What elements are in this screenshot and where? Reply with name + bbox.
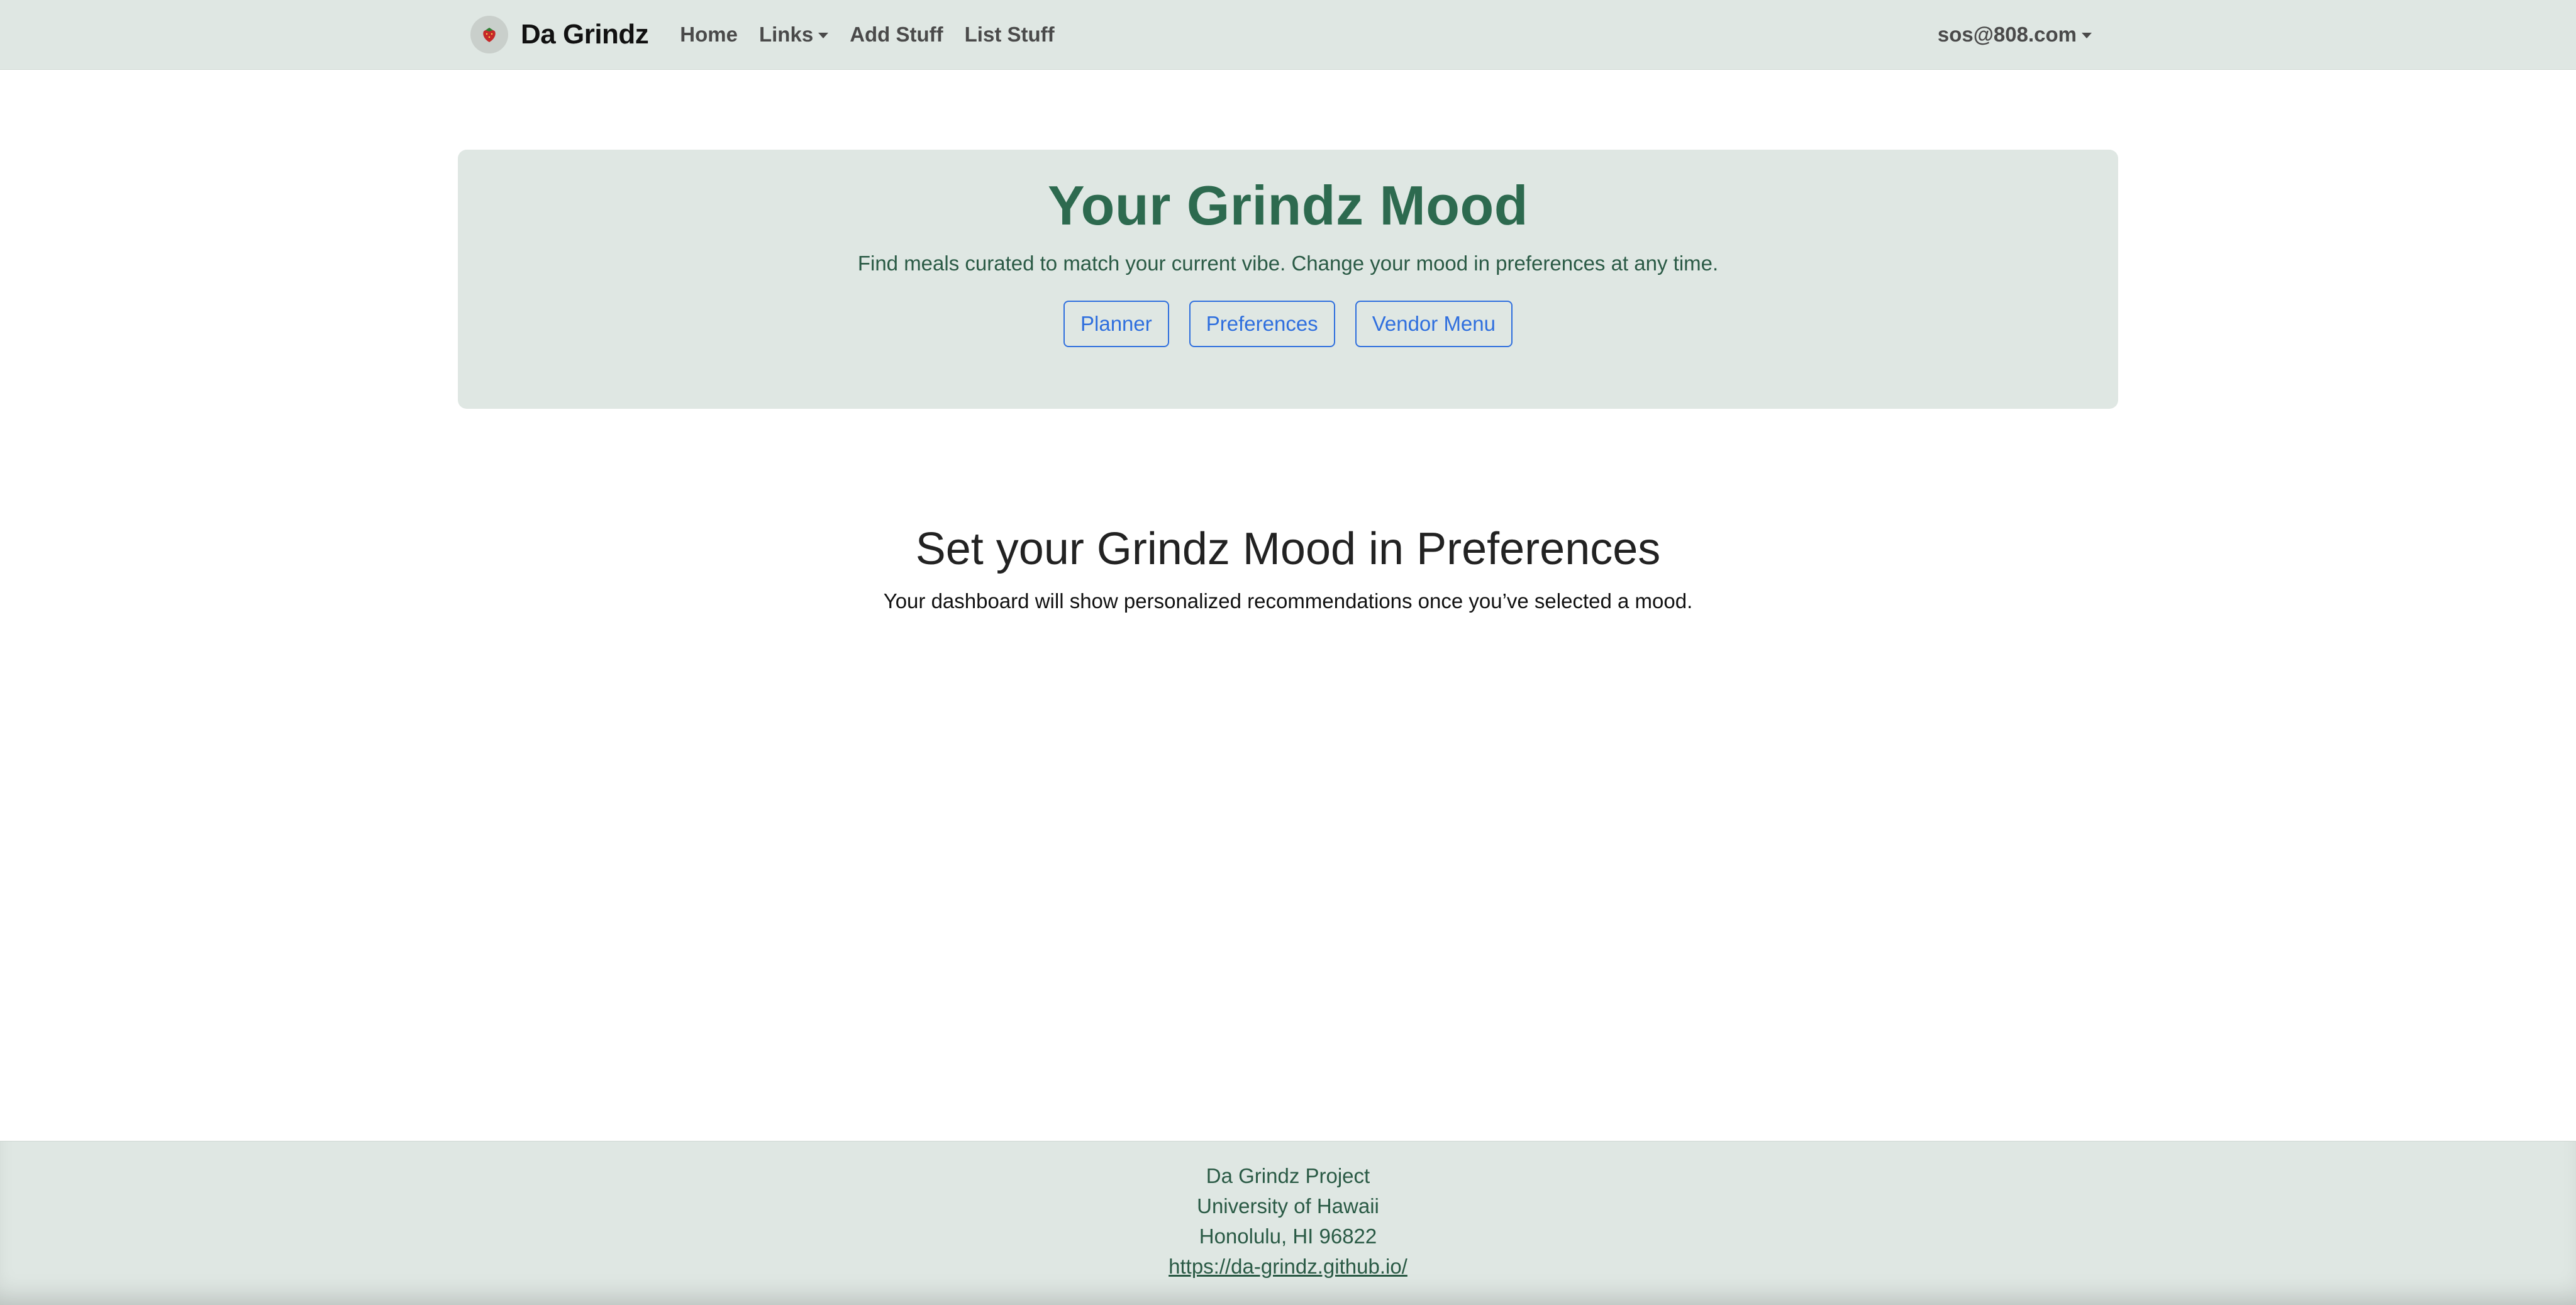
top-navbar: Da Grindz Home Links Add Stuff List Stuf…: [0, 0, 2576, 70]
user-account-dropdown[interactable]: sos@808.com: [1938, 0, 2092, 69]
page-footer: Da Grindz Project University of Hawaii H…: [0, 1141, 2576, 1305]
user-email: sos@808.com: [1937, 23, 2077, 46]
planner-button[interactable]: Planner: [1063, 301, 1169, 347]
hero-subtitle: Find meals curated to match your current…: [857, 252, 1719, 275]
mood-prompt-title: Set your Grindz Mood in Preferences: [915, 524, 1661, 574]
nav-list-stuff-link[interactable]: List Stuff: [965, 23, 1055, 47]
mood-hero-panel: Your Grindz Mood Find meals curated to m…: [458, 150, 2118, 409]
footer-address: Honolulu, HI 96822: [1199, 1224, 1377, 1248]
strawberry-logo-icon: [470, 16, 508, 53]
nav-links: Home Links Add Stuff List Stuff: [680, 23, 1075, 47]
navbar-container: Da Grindz Home Links Add Stuff List Stuf…: [470, 0, 2106, 69]
caret-down-icon: [818, 32, 829, 38]
caret-down-icon: [2082, 32, 2092, 38]
brand-link[interactable]: Da Grindz: [470, 16, 649, 53]
footer-university: University of Hawaii: [1197, 1194, 1379, 1218]
preferences-button[interactable]: Preferences: [1189, 301, 1335, 347]
vendor-menu-button[interactable]: Vendor Menu: [1355, 301, 1513, 347]
nav-home-link[interactable]: Home: [680, 23, 738, 47]
mood-prompt-description: Your dashboard will show personalized re…: [883, 589, 1693, 613]
hero-button-group: Planner Preferences Vendor Menu: [458, 301, 2118, 347]
hero-title: Your Grindz Mood: [1047, 174, 1529, 236]
footer-website-link[interactable]: https://da-grindz.github.io/: [1169, 1255, 1407, 1278]
nav-add-stuff-link[interactable]: Add Stuff: [850, 23, 943, 47]
nav-links-dropdown[interactable]: Links: [758, 23, 829, 47]
nav-links-dropdown-label: Links: [758, 23, 814, 46]
footer-link-row: https://da-grindz.github.io/: [0, 1255, 2576, 1279]
brand-name: Da Grindz: [521, 19, 649, 50]
footer-project-name: Da Grindz Project: [1206, 1164, 1370, 1187]
